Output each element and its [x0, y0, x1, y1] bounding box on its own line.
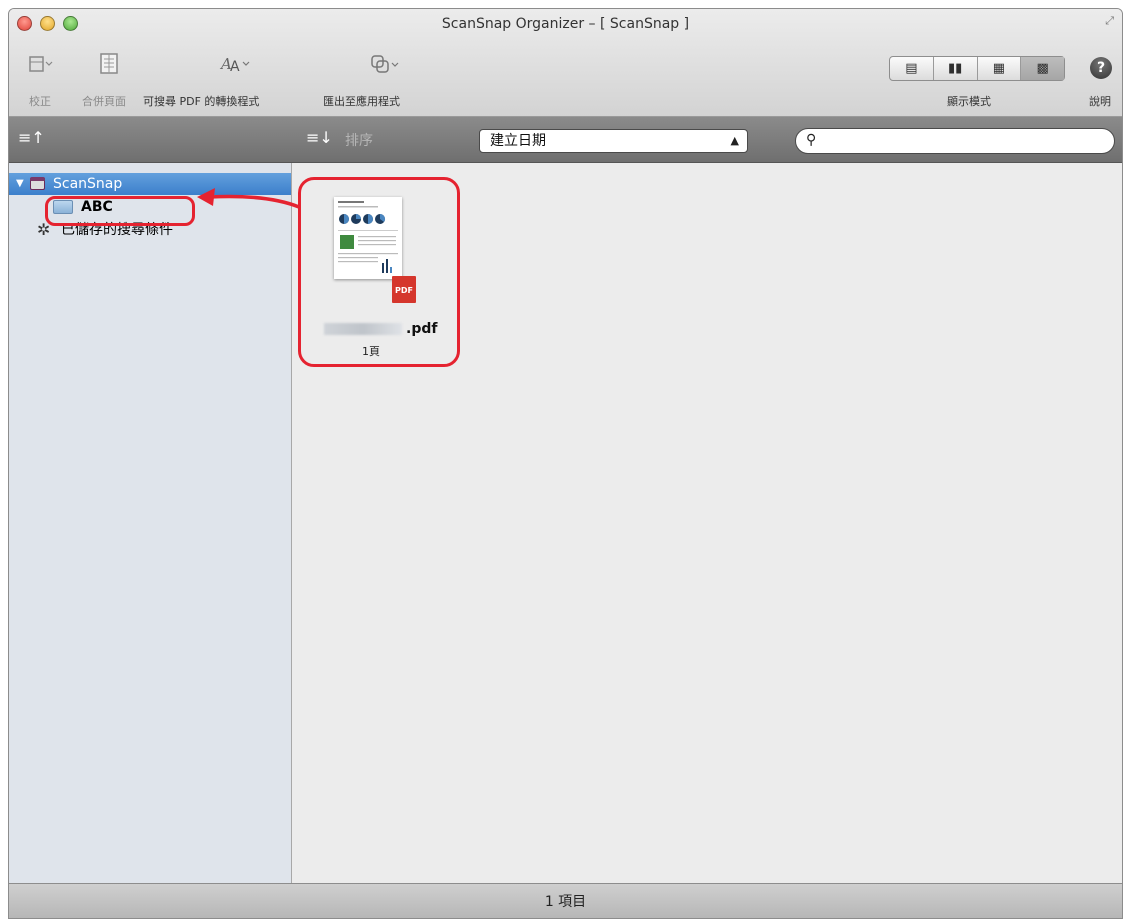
searchable-pdf-button[interactable]: A A: [219, 49, 253, 83]
select-arrows-icon: ▲: [730, 134, 739, 147]
sidebar-item-label: ScanSnap: [53, 176, 123, 192]
fullscreen-icon[interactable]: ⤢: [1105, 14, 1114, 28]
search-input[interactable]: ⚲: [795, 128, 1115, 154]
list-view-button[interactable]: ▤: [890, 57, 934, 80]
sidebar-sort-icon[interactable]: ≡↑: [18, 128, 45, 147]
help-button[interactable]: ?: [1090, 57, 1112, 79]
scansnap-folder-icon: [30, 177, 45, 190]
disclosure-triangle-icon[interactable]: ▼: [16, 173, 24, 195]
export-to-app-button[interactable]: [368, 49, 402, 83]
merge-pages-button[interactable]: [97, 49, 123, 83]
search-icon: ⚲: [806, 132, 817, 148]
svg-text:A: A: [230, 59, 240, 75]
small-thumbnail-view-button[interactable]: ▩: [1021, 57, 1064, 80]
sort-by-select[interactable]: 建立日期 ▲: [479, 129, 748, 153]
sort-label: 排序: [345, 133, 373, 149]
correct-label: 校正: [29, 95, 51, 108]
view-mode-label: 顯示模式: [947, 95, 991, 108]
highlight-folder-outline: [45, 196, 195, 226]
sort-by-value: 建立日期: [490, 133, 546, 149]
window-title: ScanSnap Organizer – [ ScanSnap ]: [441, 16, 690, 32]
view-mode-segmented-control: ▤ ▮▮ ▦ ▩: [889, 56, 1065, 81]
sidebar: ▼ ScanSnap ABC ✲ 已儲存的搜尋條件: [9, 163, 292, 883]
large-thumbnail-view-button[interactable]: ▦: [978, 57, 1022, 80]
export-label: 匯出至應用程式: [323, 95, 400, 108]
help-label: 說明: [1089, 95, 1111, 108]
correct-button[interactable]: [27, 49, 53, 83]
sort-order-icon[interactable]: ≡↓: [306, 128, 333, 147]
merge-pages-label: 合併頁面: [82, 95, 126, 108]
merge-pages-icon: [100, 53, 118, 74]
sidebar-item-scansnap[interactable]: ▼ ScanSnap: [9, 173, 291, 195]
status-bar: 1 項目: [9, 883, 1122, 918]
export-app-icon: [371, 55, 399, 73]
file-grid: PDF .pdf 1頁: [292, 163, 1122, 883]
correct-icon: [29, 56, 53, 72]
small-grid-icon: ▩: [1036, 61, 1049, 76]
toolbar: ScanSnap Organizer – [ ScanSnap ] ⤢ A A: [9, 9, 1122, 117]
text-recognition-icon: A A: [219, 55, 250, 75]
app-window: ScanSnap Organizer – [ ScanSnap ] ⤢ A A: [8, 8, 1123, 919]
searchable-pdf-label: 可搜尋 PDF 的轉換程式: [143, 95, 260, 108]
help-icon: ?: [1096, 60, 1106, 76]
list-view-icon: ▤: [905, 61, 918, 76]
column-view-icon: ▮▮: [947, 61, 963, 76]
large-grid-icon: ▦: [992, 61, 1006, 76]
column-view-button[interactable]: ▮▮: [934, 57, 978, 80]
highlight-file-outline: [298, 177, 460, 367]
sort-search-bar: ≡↑ ≡↓ 排序 建立日期 ▲ ⚲: [9, 117, 1122, 163]
